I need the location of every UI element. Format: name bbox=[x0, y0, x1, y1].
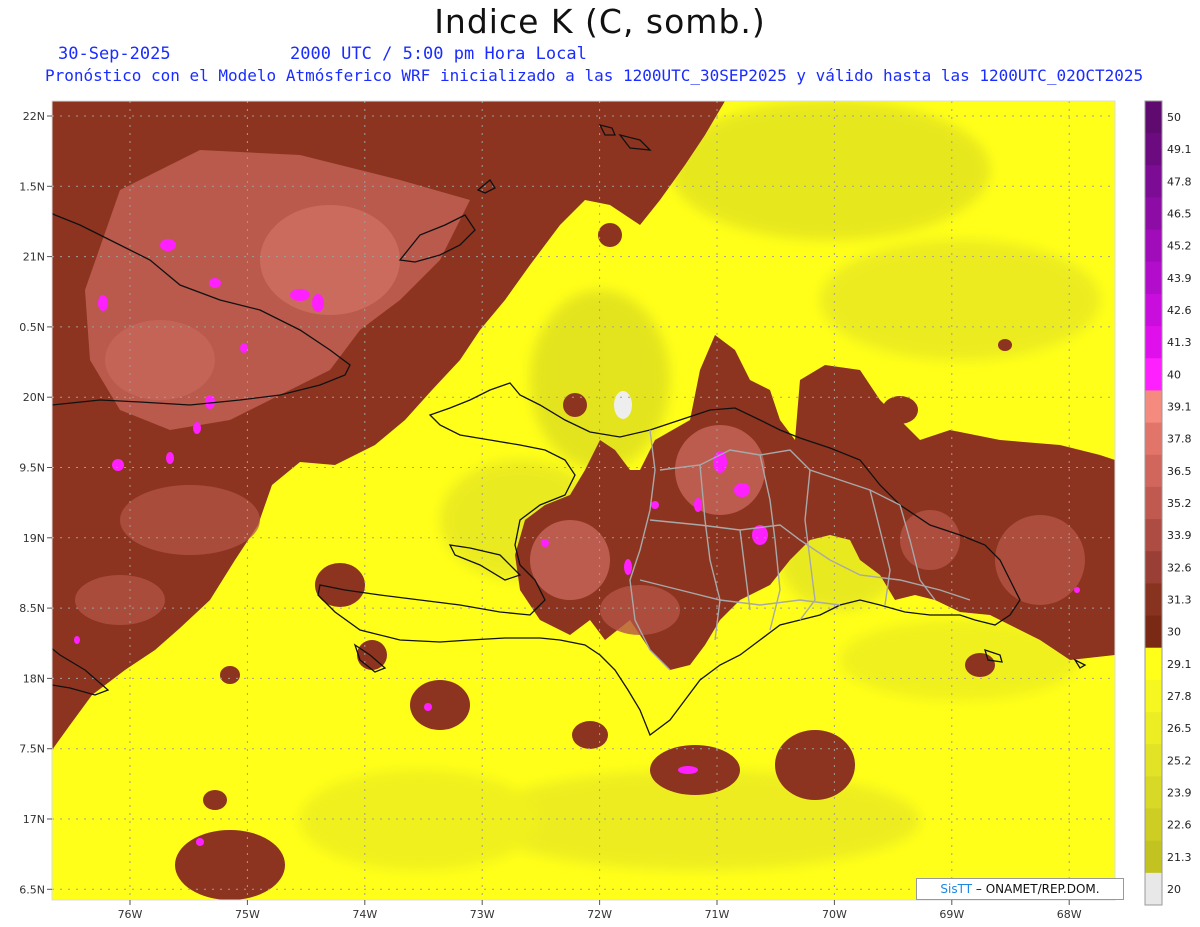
lat-label: 9.5N bbox=[19, 462, 45, 475]
colorbar-label: 36.5 bbox=[1167, 465, 1192, 478]
colorbar: 50 49.1 47.8 46.5 45.2 43.9 42.6 41.3 40 39.1 37.8… bbox=[1144, 100, 1192, 906]
colorbar-label: 40 bbox=[1167, 368, 1181, 381]
colorbar-swatch bbox=[1145, 808, 1162, 842]
colorbar-label: 32.6 bbox=[1167, 561, 1192, 574]
k-index-map: 22N 1.5N 21N 0.5N 20N 9.5N 19N 8.5N 18N 7.5N 17N 6.… bbox=[19, 100, 1192, 921]
lat-label: 20N bbox=[23, 391, 45, 404]
colorbar-swatch bbox=[1145, 454, 1162, 488]
lon-label: 70W bbox=[822, 908, 847, 921]
plot-area bbox=[52, 101, 1115, 900]
lat-label: 18N bbox=[23, 672, 45, 685]
colorbar-label: 33.9 bbox=[1167, 529, 1192, 542]
colorbar-label: 27.8 bbox=[1167, 690, 1192, 703]
colorbar-label: 25.2 bbox=[1167, 754, 1192, 767]
colorbar-label: 26.5 bbox=[1167, 722, 1192, 735]
colorbar-label: 20 bbox=[1167, 883, 1181, 896]
lat-label: 22N bbox=[23, 110, 45, 123]
colorbar-swatch bbox=[1145, 679, 1162, 713]
colorbar-swatch bbox=[1145, 744, 1162, 777]
colorbar-swatch bbox=[1145, 293, 1162, 327]
colorbar-swatch bbox=[1145, 390, 1162, 424]
colorbar-swatch bbox=[1145, 840, 1162, 874]
colorbar-label: 49.1 bbox=[1167, 143, 1192, 156]
colorbar-swatch bbox=[1145, 519, 1162, 552]
colorbar-label: 46.5 bbox=[1167, 208, 1192, 221]
colorbar-label: 42.6 bbox=[1167, 304, 1192, 317]
colorbar-swatch bbox=[1145, 583, 1162, 617]
lat-label: 6.5N bbox=[19, 883, 45, 896]
lat-label: 17N bbox=[23, 813, 45, 826]
colorbar-swatch bbox=[1145, 197, 1162, 231]
lon-label: 74W bbox=[352, 908, 377, 921]
colorbar-label: 43.9 bbox=[1167, 272, 1192, 285]
colorbar-swatch bbox=[1145, 776, 1162, 810]
colorbar-swatch bbox=[1145, 647, 1162, 681]
colorbar-swatch bbox=[1145, 133, 1162, 166]
lon-label: 69W bbox=[939, 908, 964, 921]
colorbar-label: 47.8 bbox=[1167, 175, 1192, 188]
colorbar-label: 39.1 bbox=[1167, 401, 1192, 414]
colorbar-swatch bbox=[1145, 261, 1162, 295]
colorbar-label: 23.9 bbox=[1167, 786, 1192, 799]
lon-label: 71W bbox=[705, 908, 730, 921]
colorbar-swatch bbox=[1145, 358, 1162, 391]
lon-label: 68W bbox=[1057, 908, 1082, 921]
colorbar-swatch bbox=[1145, 551, 1162, 584]
colorbar-swatch bbox=[1145, 101, 1162, 134]
colorbar-swatch bbox=[1145, 422, 1162, 456]
lon-label: 73W bbox=[470, 908, 495, 921]
colorbar-label: 37.8 bbox=[1167, 433, 1192, 446]
longitude-axis: 76W 75W 74W 73W 72W 71W 70W 69W 68W bbox=[118, 900, 1082, 921]
colorbar-swatch bbox=[1145, 486, 1162, 520]
lon-label: 72W bbox=[587, 908, 612, 921]
lon-label: 75W bbox=[235, 908, 260, 921]
lat-label: 7.5N bbox=[19, 743, 45, 756]
colorbar-swatch bbox=[1145, 326, 1162, 359]
lat-label: 0.5N bbox=[19, 321, 45, 334]
colorbar-label: 45.2 bbox=[1167, 240, 1192, 253]
colorbar-swatch bbox=[1145, 229, 1162, 263]
colorbar-label: 30 bbox=[1167, 626, 1181, 639]
colorbar-swatch bbox=[1145, 872, 1162, 906]
sistt-logo: SisTT bbox=[940, 882, 973, 896]
colorbar-swatch bbox=[1145, 712, 1162, 745]
credit-org: – ONAMET/REP.DOM. bbox=[975, 882, 1100, 896]
colorbar-label: 31.3 bbox=[1167, 593, 1192, 606]
colorbar-label: 29.1 bbox=[1167, 658, 1192, 671]
colorbar-swatch bbox=[1145, 165, 1162, 198]
colorbar-label: 21.3 bbox=[1167, 851, 1192, 864]
colorbar-label: 22.6 bbox=[1167, 819, 1192, 832]
credit-box: SisTT – ONAMET/REP.DOM. bbox=[916, 878, 1124, 900]
colorbar-label: 50 bbox=[1167, 111, 1181, 124]
lat-label: 21N bbox=[23, 251, 45, 264]
lat-label: 19N bbox=[23, 532, 45, 545]
colorbar-label: 35.2 bbox=[1167, 497, 1192, 510]
lat-label: 8.5N bbox=[19, 602, 45, 615]
low-k-patch bbox=[614, 391, 632, 419]
colorbar-swatch bbox=[1145, 615, 1162, 649]
latitude-axis: 22N 1.5N 21N 0.5N 20N 9.5N 19N 8.5N 18N 7.5N 17N 6.… bbox=[19, 110, 52, 896]
lon-label: 76W bbox=[118, 908, 143, 921]
lat-label: 1.5N bbox=[19, 180, 45, 193]
colorbar-label: 41.3 bbox=[1167, 336, 1192, 349]
